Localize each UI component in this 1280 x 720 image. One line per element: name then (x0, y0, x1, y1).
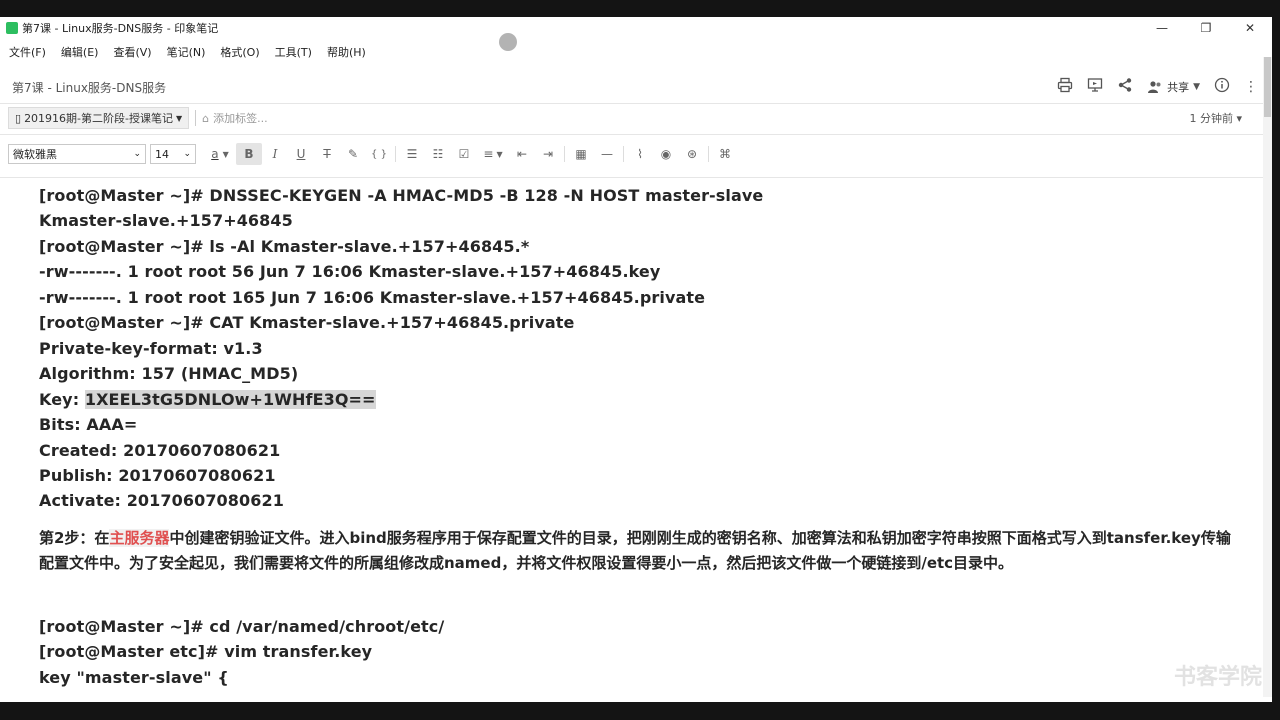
encrypt-icon[interactable]: ⊛ (679, 143, 705, 165)
close-button[interactable]: ✕ (1228, 17, 1272, 38)
align-icon[interactable]: ≡ ▼ (477, 143, 509, 165)
step-prefix: 第2步：在 (39, 529, 110, 547)
menu-file[interactable]: 文件(F) (0, 44, 52, 60)
code-line: [root@Master ~]# cd /var/named/chroot/et… (39, 617, 445, 636)
window-title: 第7课 - Linux服务-DNS服务 - 印象笔记 (22, 21, 219, 35)
share-label: 共享 (1167, 81, 1190, 94)
vertical-scrollbar[interactable] (1263, 57, 1272, 697)
font-color-glyph: a (211, 147, 219, 161)
tag-icon: ⌂ (202, 111, 210, 125)
divider (195, 110, 197, 126)
highlight-icon[interactable]: ✎ (340, 143, 366, 165)
menu-format[interactable]: 格式(O) (211, 44, 265, 60)
note-body[interactable]: [root@Master ~]# DNSSEC-KEYGEN -A HMAC-M… (0, 177, 1272, 702)
menu-view[interactable]: 查看(V) (104, 44, 157, 60)
watermark: 书客学院 (1173, 665, 1262, 690)
attachment-icon[interactable]: ⌇ (627, 143, 653, 165)
minimize-button[interactable]: — (1140, 17, 1184, 38)
info-icon[interactable] (1214, 77, 1230, 97)
code-line: [root@Master ~]# CAT Kmaster-slave.+157+… (39, 313, 575, 332)
font-size-select[interactable]: 14 ⌄ (150, 144, 196, 164)
font-family-value: 微软雅黑 (13, 148, 57, 161)
step-highlight: 主服务器 (109, 529, 170, 547)
more-icon[interactable]: ⋮ (1244, 79, 1258, 95)
notebook-name: 201916期-第二阶段-授课笔记 (24, 112, 173, 125)
bullet-list-icon[interactable]: ☰ (399, 143, 425, 165)
notebook-icon: ▯ (15, 111, 22, 125)
divider (0, 103, 1272, 104)
share-icon[interactable] (1117, 77, 1133, 97)
menu-tools[interactable]: 工具(T) (266, 44, 318, 60)
record-icon[interactable]: ◉ (653, 143, 679, 165)
evernote-icon (6, 21, 18, 34)
chevron-down-icon: ⌄ (183, 149, 191, 159)
key-value-selected: 1XEEL3tG5DNLOw+1WHfE3Q== (84, 390, 376, 409)
divider (564, 146, 565, 162)
note-title: 第7课 - Linux服务-DNS服务 (12, 80, 167, 95)
italic-button[interactable]: I (262, 143, 288, 165)
notebook-selector[interactable]: ▯ 201916期-第二阶段-授课笔记 ▼ (8, 107, 190, 129)
key-label: Key: (39, 390, 85, 409)
strikethrough-button[interactable]: T (314, 143, 340, 165)
numbered-list-icon[interactable]: ☷ (425, 143, 451, 165)
code-line: Algorithm: 157 (HMAC_MD5) (39, 364, 299, 383)
evernote-window: 第7课 - Linux服务-DNS服务 - 印象笔记 — ❐ ✕ 文件(F) 编… (0, 17, 1272, 702)
divider (623, 146, 624, 162)
tag-bar: ▯ 201916期-第二阶段-授课笔记 ▼ ⌂ 添加标签... 1 分钟前 ▾ (0, 105, 1272, 131)
format-toolbar: 微软雅黑 ⌄ 14 ⌄ a ▼ B I U T ✎ { } ☰ ☷ ☑ ≡ ▼ ⇤… (0, 140, 1272, 168)
code-line: [root@Master etc]# vim transfer.key (39, 642, 373, 661)
note-header: 第7课 - Linux服务-DNS服务 共享 ▼ ⋮ (0, 73, 1272, 101)
menu-bar: 文件(F) 编辑(E) 查看(V) 笔记(N) 格式(O) 工具(T) 帮助(H… (0, 42, 1272, 62)
maximize-button[interactable]: ❐ (1184, 17, 1228, 38)
code-line: Kmaster-slave.+157+46845 (39, 211, 293, 230)
step-paragraph: 第2步：在主服务器中创建密钥验证文件。进入bind服务程序用于保存配置文件的目录… (39, 526, 1234, 576)
code-line: Private-key-format: v1.3 (39, 339, 263, 358)
code-line: [root@Master ~]# ls -Al Kmaster-slave.+1… (39, 237, 530, 256)
code-line: Publish: 20170607080621 (39, 466, 276, 485)
divider (395, 146, 396, 162)
people-icon (1148, 81, 1161, 93)
step-text: 中创建密钥验证文件。进入bind服务程序用于保存配置文件的目录，把刚刚生成的密钥… (39, 529, 1231, 572)
horizontal-rule-icon[interactable]: — (594, 143, 620, 165)
table-icon[interactable]: ▦ (568, 143, 594, 165)
chevron-down-icon: ▼ (222, 149, 229, 159)
code-line: key "master-slave" { (39, 668, 229, 687)
code-line: Created: 20170607080621 (39, 441, 281, 460)
more-format-icon[interactable]: ⌘ (712, 143, 738, 165)
menu-note[interactable]: 笔记(N) (158, 44, 212, 60)
modified-time[interactable]: 1 分钟前 ▾ (1189, 110, 1272, 126)
underline-button[interactable]: U (288, 143, 314, 165)
outdent-icon[interactable]: ⇤ (509, 143, 535, 165)
code-line: [root@Master ~]# DNSSEC-KEYGEN -A HMAC-M… (39, 186, 764, 205)
print-icon[interactable] (1057, 77, 1073, 97)
menu-edit[interactable]: 编辑(E) (52, 44, 105, 60)
title-bar: 第7课 - Linux服务-DNS服务 - 印象笔记 — ❐ ✕ (0, 17, 1272, 38)
key-line: Key: 1XEEL3tG5DNLOw+1WHfE3Q== (39, 390, 376, 409)
chevron-down-icon: ⌄ (133, 149, 141, 159)
checkbox-icon[interactable]: ☑ (451, 143, 477, 165)
chevron-down-icon: ▼ (176, 113, 183, 123)
code-button[interactable]: { } (366, 143, 392, 165)
code-line: -rw-------. 1 root root 165 Jun 7 16:06 … (39, 288, 706, 307)
add-tag-input[interactable]: 添加标签... (213, 110, 1189, 126)
bold-button[interactable]: B (236, 143, 262, 165)
code-line: Bits: AAA= (39, 415, 138, 434)
menu-help[interactable]: 帮助(H) (318, 44, 372, 60)
share-people-button[interactable]: 共享 ▼ (1147, 79, 1200, 95)
font-size-value: 14 (155, 147, 169, 161)
code-line: Activate: 20170607080621 (39, 491, 284, 510)
divider (0, 134, 1272, 135)
divider (708, 146, 709, 162)
chevron-down-icon: ▼ (1193, 82, 1200, 92)
scrollbar-thumb[interactable] (1264, 57, 1271, 117)
font-family-select[interactable]: 微软雅黑 ⌄ (8, 144, 146, 164)
indent-icon[interactable]: ⇥ (535, 143, 561, 165)
font-color-button[interactable]: a ▼ (204, 143, 236, 165)
code-line: -rw-------. 1 root root 56 Jun 7 16:06 K… (39, 262, 661, 281)
present-icon[interactable] (1087, 77, 1103, 97)
